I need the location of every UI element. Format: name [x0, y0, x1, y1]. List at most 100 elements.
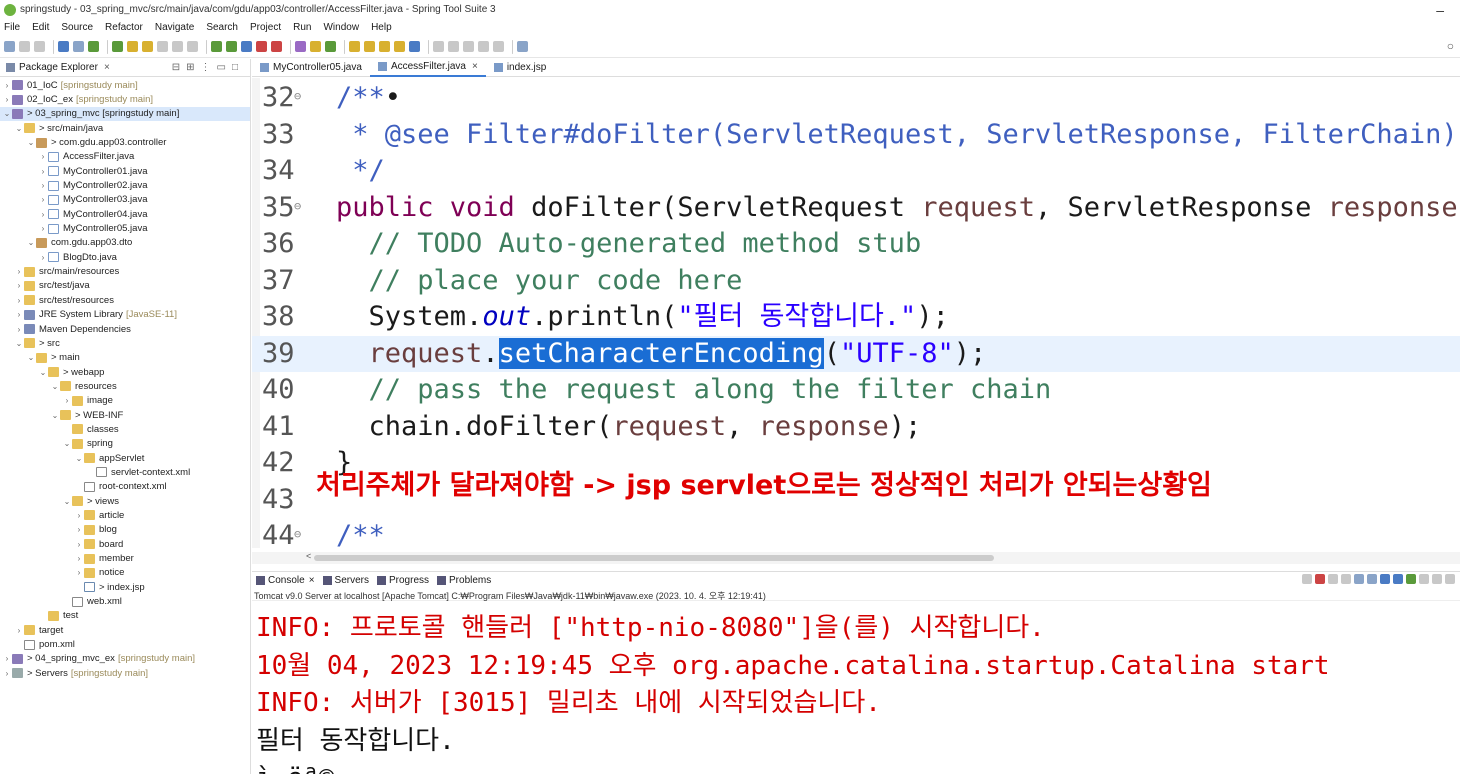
tree-item[interactable]: ⌄ > src/main/java [0, 121, 250, 135]
tree-item[interactable]: web.xml [0, 594, 250, 608]
tree-item[interactable]: servlet-context.xml [0, 465, 250, 479]
expand-toggle-icon[interactable]: › [38, 152, 48, 161]
editor-tab[interactable]: index.jsp [486, 59, 554, 77]
close-icon[interactable]: × [472, 61, 478, 72]
console-tab-servers[interactable]: Servers [322, 575, 369, 586]
format-icon[interactable] [157, 41, 168, 52]
minimize-view-icon[interactable] [1445, 574, 1455, 584]
tree-item[interactable]: › BlogDto.java [0, 250, 250, 264]
tree-item[interactable]: › Maven Dependencies [0, 322, 250, 336]
tree-item[interactable]: pom.xml [0, 637, 250, 651]
annotation-icon[interactable] [394, 41, 405, 52]
menu-run[interactable]: Run [293, 22, 311, 33]
tree-item[interactable]: ⌄ resources [0, 379, 250, 393]
tree-item[interactable]: ⌄ > 03_spring_mvc [springstudy main] [0, 106, 250, 122]
expand-toggle-icon[interactable]: ⌄ [2, 109, 12, 118]
minimize-button[interactable]: – [1436, 2, 1444, 18]
show-stdout-icon[interactable] [1380, 574, 1390, 584]
expand-toggle-icon[interactable]: › [38, 253, 48, 262]
tree-item[interactable]: ⌄ > webapp [0, 365, 250, 379]
expand-toggle-icon[interactable]: ⌄ [26, 353, 36, 362]
fold-toggle-icon[interactable]: ⊖ [294, 78, 301, 115]
expand-toggle-icon[interactable]: › [14, 267, 24, 276]
terminate-icon[interactable] [1315, 574, 1325, 584]
expand-toggle-icon[interactable]: › [14, 325, 24, 334]
tree-item[interactable]: › board [0, 537, 250, 551]
tree-item[interactable]: ⌄ appServlet [0, 451, 250, 465]
tree-item[interactable]: > index.jsp [0, 580, 250, 594]
tree-item[interactable]: ⌄ > main [0, 351, 250, 365]
tree-item[interactable]: › image [0, 394, 250, 408]
run-icon[interactable] [226, 41, 237, 52]
package-explorer-tab[interactable]: Package Explorer × ⊟⊞⋮▭□ [0, 59, 250, 77]
clear-console-icon[interactable] [1302, 574, 1312, 584]
expand-toggle-icon[interactable]: › [74, 568, 84, 577]
save-icon[interactable] [19, 41, 30, 52]
toggle-block-icon[interactable] [172, 41, 183, 52]
expand-toggle-icon[interactable]: ⌄ [62, 497, 72, 506]
tree-item[interactable]: ⌄ com.gdu.app03.dto [0, 236, 250, 250]
expand-toggle-icon[interactable]: › [38, 167, 48, 176]
debug-icon[interactable] [211, 41, 222, 52]
pin-console-icon[interactable] [1406, 574, 1416, 584]
tree-item[interactable]: › > 04_spring_mvc_ex [springstudy main] [0, 652, 250, 666]
back-icon[interactable] [478, 41, 489, 52]
tree-item[interactable]: › > Servers [springstudy main] [0, 666, 250, 680]
remove-all-icon[interactable] [1341, 574, 1351, 584]
skip-breakpoints-icon[interactable] [73, 41, 84, 52]
tree-item[interactable]: ⌄ > WEB-INF [0, 408, 250, 422]
editor-tab[interactable]: AccessFilter.java × [369, 58, 486, 77]
open-type-icon[interactable] [349, 41, 360, 52]
expand-toggle-icon[interactable]: › [2, 81, 12, 90]
tree-item[interactable]: › src/test/resources [0, 293, 250, 307]
view-controls[interactable]: ⊟⊞⋮▭□ [172, 62, 244, 73]
tree-item[interactable]: › AccessFilter.java [0, 150, 250, 164]
menu-window[interactable]: Window [323, 22, 359, 33]
expand-toggle-icon[interactable]: › [2, 654, 12, 663]
expand-toggle-icon[interactable]: ⌄ [14, 339, 24, 348]
expand-toggle-icon[interactable]: › [14, 310, 24, 319]
expand-toggle-icon[interactable]: › [74, 540, 84, 549]
expand-toggle-icon[interactable]: › [74, 554, 84, 563]
tree-item[interactable]: › 01_IoC [springstudy main] [0, 78, 250, 92]
expand-toggle-icon[interactable]: ⌄ [50, 411, 60, 420]
tree-item[interactable]: classes [0, 422, 250, 436]
console-tab-progress[interactable]: Progress [377, 575, 429, 586]
expand-toggle-icon[interactable]: ⌄ [38, 368, 48, 377]
terminal-icon[interactable] [58, 41, 69, 52]
display-console-icon[interactable] [1419, 574, 1429, 584]
tree-item[interactable]: › article [0, 508, 250, 522]
menu-edit[interactable]: Edit [32, 22, 49, 33]
menu-project[interactable]: Project [250, 22, 281, 33]
tree-item[interactable]: › MyController05.java [0, 221, 250, 235]
tree-item[interactable]: › MyController03.java [0, 193, 250, 207]
menu-refactor[interactable]: Refactor [105, 22, 143, 33]
tree-item[interactable]: root-context.xml [0, 480, 250, 494]
expand-toggle-icon[interactable]: › [14, 296, 24, 305]
coverage-icon[interactable] [241, 41, 252, 52]
tree-item[interactable]: ⌄ > src [0, 336, 250, 350]
tree-item[interactable]: test [0, 609, 250, 623]
scroll-left-icon[interactable]: < [306, 551, 311, 561]
tree-item[interactable]: › member [0, 551, 250, 565]
expand-toggle-icon[interactable]: ⌄ [14, 124, 24, 133]
highlight-icon[interactable] [142, 41, 153, 52]
expand-toggle-icon[interactable]: ⌄ [26, 138, 36, 147]
menu-navigate[interactable]: Navigate [155, 22, 194, 33]
tree-item[interactable]: › JRE System Library [JavaSE-11] [0, 308, 250, 322]
menu-file[interactable]: File [4, 22, 20, 33]
spring-boot-icon[interactable] [88, 41, 99, 52]
whitespace-icon[interactable] [187, 41, 198, 52]
expand-toggle-icon[interactable]: › [14, 626, 24, 635]
next-annotation-icon[interactable] [433, 41, 444, 52]
stop-icon[interactable] [256, 41, 267, 52]
fold-toggle-icon[interactable]: ⊖ [294, 516, 301, 553]
word-wrap-icon[interactable] [1367, 574, 1377, 584]
editor-horizontal-scrollbar[interactable]: < [252, 551, 1460, 564]
expand-toggle-icon[interactable]: › [2, 669, 12, 678]
close-icon[interactable]: × [309, 575, 315, 586]
new-class-icon[interactable] [325, 41, 336, 52]
perspective-icon[interactable] [517, 41, 528, 52]
fold-toggle-icon[interactable]: ⊖ [294, 188, 301, 225]
tree-item[interactable]: › blog [0, 523, 250, 537]
